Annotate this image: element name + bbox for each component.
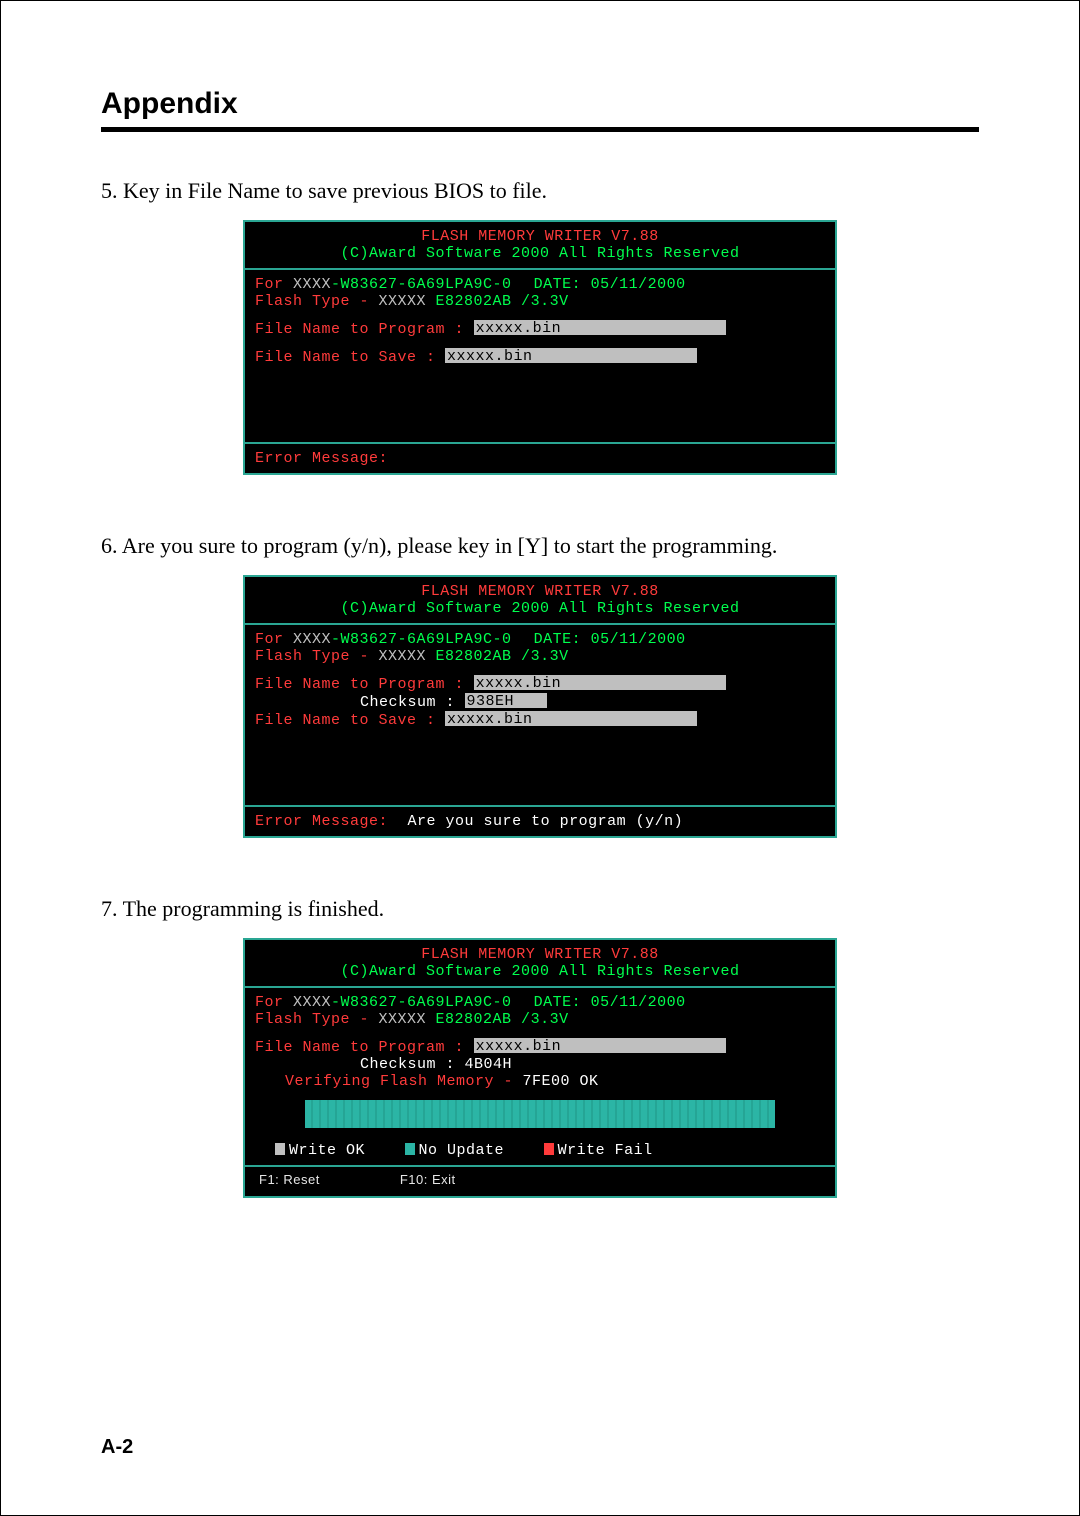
- bios-copyright: (C)Award Software 2000 All Rights Reserv…: [255, 245, 825, 262]
- fname-prog-label: File Name to Program :: [255, 1039, 464, 1056]
- for-label: For: [255, 276, 293, 293]
- for-code: -W83627-6A69LPA9C-0: [331, 994, 512, 1011]
- bios-copyright: (C)Award Software 2000 All Rights Reserv…: [255, 600, 825, 617]
- step-5-text: 5. Key in File Name to save previous BIO…: [101, 178, 979, 204]
- for-mask: XXXX: [293, 631, 331, 648]
- filename-save-input[interactable]: xxxxx.bin: [445, 348, 697, 363]
- bios-screen-6: FLASH MEMORY WRITER V7.88 (C)Award Softw…: [243, 575, 837, 838]
- step-7-text: 7. The programming is finished.: [101, 896, 979, 922]
- flash-label: Flash Type -: [255, 1011, 379, 1028]
- bios-header: FLASH MEMORY WRITER V7.88 (C)Award Softw…: [245, 222, 835, 270]
- checksum-value: 4B04H: [465, 1056, 513, 1073]
- flash-rest: E82802AB /3.3V: [426, 1011, 569, 1028]
- filename-program-input[interactable]: xxxxx.bin: [474, 675, 726, 690]
- bios-title: FLASH MEMORY WRITER V7.88: [421, 946, 659, 963]
- page-title: Appendix: [101, 87, 979, 121]
- legend-noupdate-icon: [405, 1143, 415, 1155]
- fname-prog-label: File Name to Program :: [255, 676, 464, 693]
- legend-ok-icon: [275, 1143, 285, 1155]
- date-label: DATE: 05/11/2000: [512, 276, 686, 293]
- for-label: For: [255, 994, 293, 1011]
- page-frame: Appendix 5. Key in File Name to save pre…: [0, 0, 1080, 1516]
- legend-fail-icon: [544, 1143, 554, 1155]
- flash-mask: XXXXX: [379, 293, 427, 310]
- flash-rest: E82802AB /3.3V: [426, 648, 569, 665]
- bios-footer: Error Message: Are you sure to program (…: [245, 807, 835, 836]
- flash-label: Flash Type -: [255, 293, 379, 310]
- legend-noupdate: No Update: [419, 1142, 505, 1159]
- filename-program-input[interactable]: xxxxx.bin: [474, 1038, 726, 1053]
- legend-row: Write OK No Update Write Fail: [255, 1138, 825, 1159]
- help-f10[interactable]: F10: Exit: [400, 1171, 456, 1188]
- bios-header: FLASH MEMORY WRITER V7.88 (C)Award Softw…: [245, 577, 835, 625]
- for-mask: XXXX: [293, 276, 331, 293]
- error-label: Error Message:: [255, 450, 388, 467]
- bios-body: For XXXX-W83627-6A69LPA9C-0DATE: 05/11/2…: [245, 625, 835, 807]
- help-f1[interactable]: F1: Reset: [259, 1171, 320, 1188]
- progress-bar: [305, 1100, 775, 1128]
- title-rule: [101, 127, 979, 132]
- for-mask: XXXX: [293, 994, 331, 1011]
- verify-label: Verifying Flash Memory -: [285, 1073, 523, 1090]
- bios-help-footer: F1: Reset F10: Exit: [245, 1167, 835, 1196]
- filename-save-input[interactable]: xxxxx.bin: [445, 711, 697, 726]
- flash-mask: XXXXX: [379, 648, 427, 665]
- filename-program-input[interactable]: xxxxx.bin: [474, 320, 726, 335]
- legend-fail: Write Fail: [558, 1142, 653, 1159]
- for-code: -W83627-6A69LPA9C-0: [331, 276, 512, 293]
- step-5: 5. Key in File Name to save previous BIO…: [101, 178, 979, 475]
- bios-title: FLASH MEMORY WRITER V7.88: [421, 583, 659, 600]
- flash-rest: E82802AB /3.3V: [426, 293, 569, 310]
- bios-screen-7: FLASH MEMORY WRITER V7.88 (C)Award Softw…: [243, 938, 837, 1198]
- bios-copyright: (C)Award Software 2000 All Rights Reserv…: [255, 963, 825, 980]
- checksum-label: Checksum :: [255, 694, 455, 711]
- step-6: 6. Are you sure to program (y/n), please…: [101, 533, 979, 838]
- bios-header: FLASH MEMORY WRITER V7.88 (C)Award Softw…: [245, 940, 835, 988]
- bios-footer: Error Message:: [245, 444, 835, 473]
- for-code: -W83627-6A69LPA9C-0: [331, 631, 512, 648]
- date-label: DATE: 05/11/2000: [512, 994, 686, 1011]
- error-label: Error Message:: [255, 813, 388, 830]
- verify-addr: 7FE00 OK: [523, 1073, 599, 1090]
- date-label: DATE: 05/11/2000: [512, 631, 686, 648]
- fname-save-label: File Name to Save :: [255, 349, 436, 366]
- step-6-text: 6. Are you sure to program (y/n), please…: [101, 533, 979, 559]
- checksum-label: Checksum :: [255, 1056, 455, 1073]
- bios-title: FLASH MEMORY WRITER V7.88: [421, 228, 659, 245]
- page-number: A-2: [101, 1436, 133, 1459]
- bios-body: For XXXX-W83627-6A69LPA9C-0DATE: 05/11/2…: [245, 988, 835, 1167]
- for-label: For: [255, 631, 293, 648]
- legend-ok: Write OK: [289, 1142, 365, 1159]
- step-7: 7. The programming is finished. FLASH ME…: [101, 896, 979, 1198]
- flash-mask: XXXXX: [379, 1011, 427, 1028]
- flash-label: Flash Type -: [255, 648, 379, 665]
- confirm-prompt[interactable]: Are you sure to program (y/n): [398, 813, 684, 830]
- bios-body: For XXXX-W83627-6A69LPA9C-0DATE: 05/11/2…: [245, 270, 835, 444]
- fname-save-label: File Name to Save :: [255, 712, 436, 729]
- checksum-value: 938EH: [465, 693, 547, 708]
- fname-prog-label: File Name to Program :: [255, 321, 464, 338]
- bios-screen-5: FLASH MEMORY WRITER V7.88 (C)Award Softw…: [243, 220, 837, 475]
